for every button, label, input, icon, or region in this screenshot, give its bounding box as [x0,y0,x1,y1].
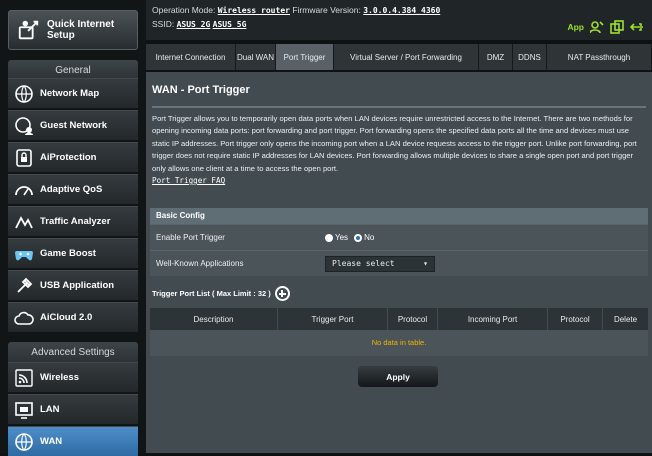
nav-label: LAN [40,404,60,415]
nav-label: Wireless [40,372,79,383]
nav-label: WAN [40,436,63,447]
advanced-settings-heading: Advanced Settings [8,342,138,364]
trigger-table-header: Description Trigger Port Protocol Incomi… [150,308,648,330]
nav-label: USB Application [40,280,115,291]
chevron-down-icon: ▾ [423,259,428,268]
radio-dot-selected [354,233,363,242]
tab-ddns[interactable]: DDNS [513,44,547,70]
title-divider [152,106,646,108]
tab-nat-passthrough[interactable]: NAT Passthrough [547,44,652,70]
description-text: Port Trigger allows you to temporarily o… [152,114,637,173]
guest-network-icon [15,116,33,135]
app-link[interactable]: App [567,22,584,32]
gamepad-icon [15,250,33,260]
enable-port-trigger-label: Enable Port Trigger [156,233,225,242]
col-protocol: Protocol [388,308,438,330]
tab-dual-wan[interactable]: Dual WAN [236,44,276,70]
col-description: Description [150,308,278,330]
ssid-5g-link[interactable]: ASUS_5G [213,20,247,29]
ssid-line: SSID: ASUS_2G ASUS_5G [152,19,246,29]
nav-label: Game Boost [40,248,96,259]
basic-config-heading: Basic Config [150,208,648,224]
shield-icon [16,148,32,167]
col-incoming-port: Incoming Port [438,308,548,330]
page-description: Port Trigger allows you to temporarily o… [152,113,648,187]
nav-label: Traffic Analyzer [40,216,111,227]
tab-internet-connection[interactable]: Internet Connection [146,44,236,70]
enable-port-trigger-row: Enable Port Trigger Yes No [150,224,648,250]
tab-virtual-server[interactable]: Virtual Server / Port Forwarding [334,44,479,70]
firmware-link[interactable]: 3.0.0.4.384_4360 [363,6,440,15]
nav-network-map[interactable]: Network Map [8,78,138,108]
op-mode-link[interactable]: Wireless router [218,6,290,15]
gauge-icon [15,185,33,195]
tab-dmz[interactable]: DMZ [479,44,513,70]
radio-dot [325,233,333,242]
col-protocol-2: Protocol [548,308,603,330]
copy-icon[interactable] [610,20,624,34]
ssid-2g-link[interactable]: ASUS_2G [177,20,211,29]
page-title: WAN - Port Trigger [152,84,250,96]
nav-lan[interactable]: LAN [8,394,138,424]
network-map-icon [15,84,33,103]
apply-button[interactable]: Apply [358,366,438,387]
nav-wireless[interactable]: Wireless [8,362,138,392]
select-value: Please select [332,259,395,268]
globe-icon [15,432,33,451]
col-delete: Delete [613,314,638,324]
usb-icon [17,277,33,293]
header-icons: App [567,20,644,34]
nav-usb-application[interactable]: USB Application [8,270,138,300]
table-empty-message: No data in table. [150,330,648,356]
tab-bar: Internet Connection Dual WAN Port Trigge… [146,44,652,70]
quick-internet-setup-label: Quick Internet Setup [46,19,115,41]
add-rule-icon[interactable] [274,286,290,301]
cloud-icon [14,311,34,325]
well-known-apps-row: Well-Known Applications Please select ▾ [150,250,648,276]
traffic-icon [15,215,33,228]
tab-port-trigger[interactable]: Port Trigger [276,44,334,70]
firmware-label: Firmware Version: [292,5,361,15]
setup-wizard-icon [18,20,39,40]
yes-label: Yes [335,233,349,242]
nav-wan[interactable]: WAN [8,426,138,456]
trigger-port-list-title: Trigger Port List ( Max Limit : 32 ) [152,286,290,301]
sidebar: Quick Internet Setup General Network Map… [0,0,146,456]
nav-label: Guest Network [40,120,108,131]
usb-status-icon[interactable] [630,20,644,34]
nav-aiprotection[interactable]: AiProtection [8,142,138,172]
enable-yes-radio[interactable]: Yes [325,233,348,242]
basic-config-table: Enable Port Trigger Yes No Well-Known Ap… [150,224,648,276]
nav-label: AiProtection [40,152,97,163]
list-title-text: Trigger Port List ( Max Limit : 32 ) [152,289,271,298]
nav-guest-network[interactable]: Guest Network [8,110,138,140]
ssid-label: SSID: [152,19,175,29]
col-trigger-port: Trigger Port [278,308,388,330]
nav-adaptive-qos[interactable]: Adaptive QoS [8,174,138,204]
status-header: Operation Mode: Wireless router Firmware… [146,0,652,40]
main-panel: WAN - Port Trigger Port Trigger allows y… [146,72,652,453]
user-icon[interactable] [590,20,604,34]
operation-mode-line: Operation Mode: Wireless router Firmware… [152,5,440,15]
lan-icon [15,401,33,419]
quick-internet-setup-button[interactable]: Quick Internet Setup [8,10,138,50]
enable-no-radio[interactable]: No [354,233,374,242]
op-mode-label: Operation Mode: [152,5,216,15]
nav-label: AiCloud 2.0 [40,312,93,323]
well-known-apps-select[interactable]: Please select ▾ [325,255,435,272]
well-known-apps-label: Well-Known Applications [156,259,244,268]
nav-aicloud[interactable]: AiCloud 2.0 [8,302,138,332]
nav-traffic-analyzer[interactable]: Traffic Analyzer [8,206,138,236]
nav-game-boost[interactable]: Game Boost [8,238,138,268]
no-label: No [364,233,375,242]
nav-label: Adaptive QoS [40,184,103,195]
port-trigger-faq-link[interactable]: Port Trigger FAQ [152,176,225,185]
nav-label: Network Map [40,88,100,99]
wifi-icon [15,368,33,387]
